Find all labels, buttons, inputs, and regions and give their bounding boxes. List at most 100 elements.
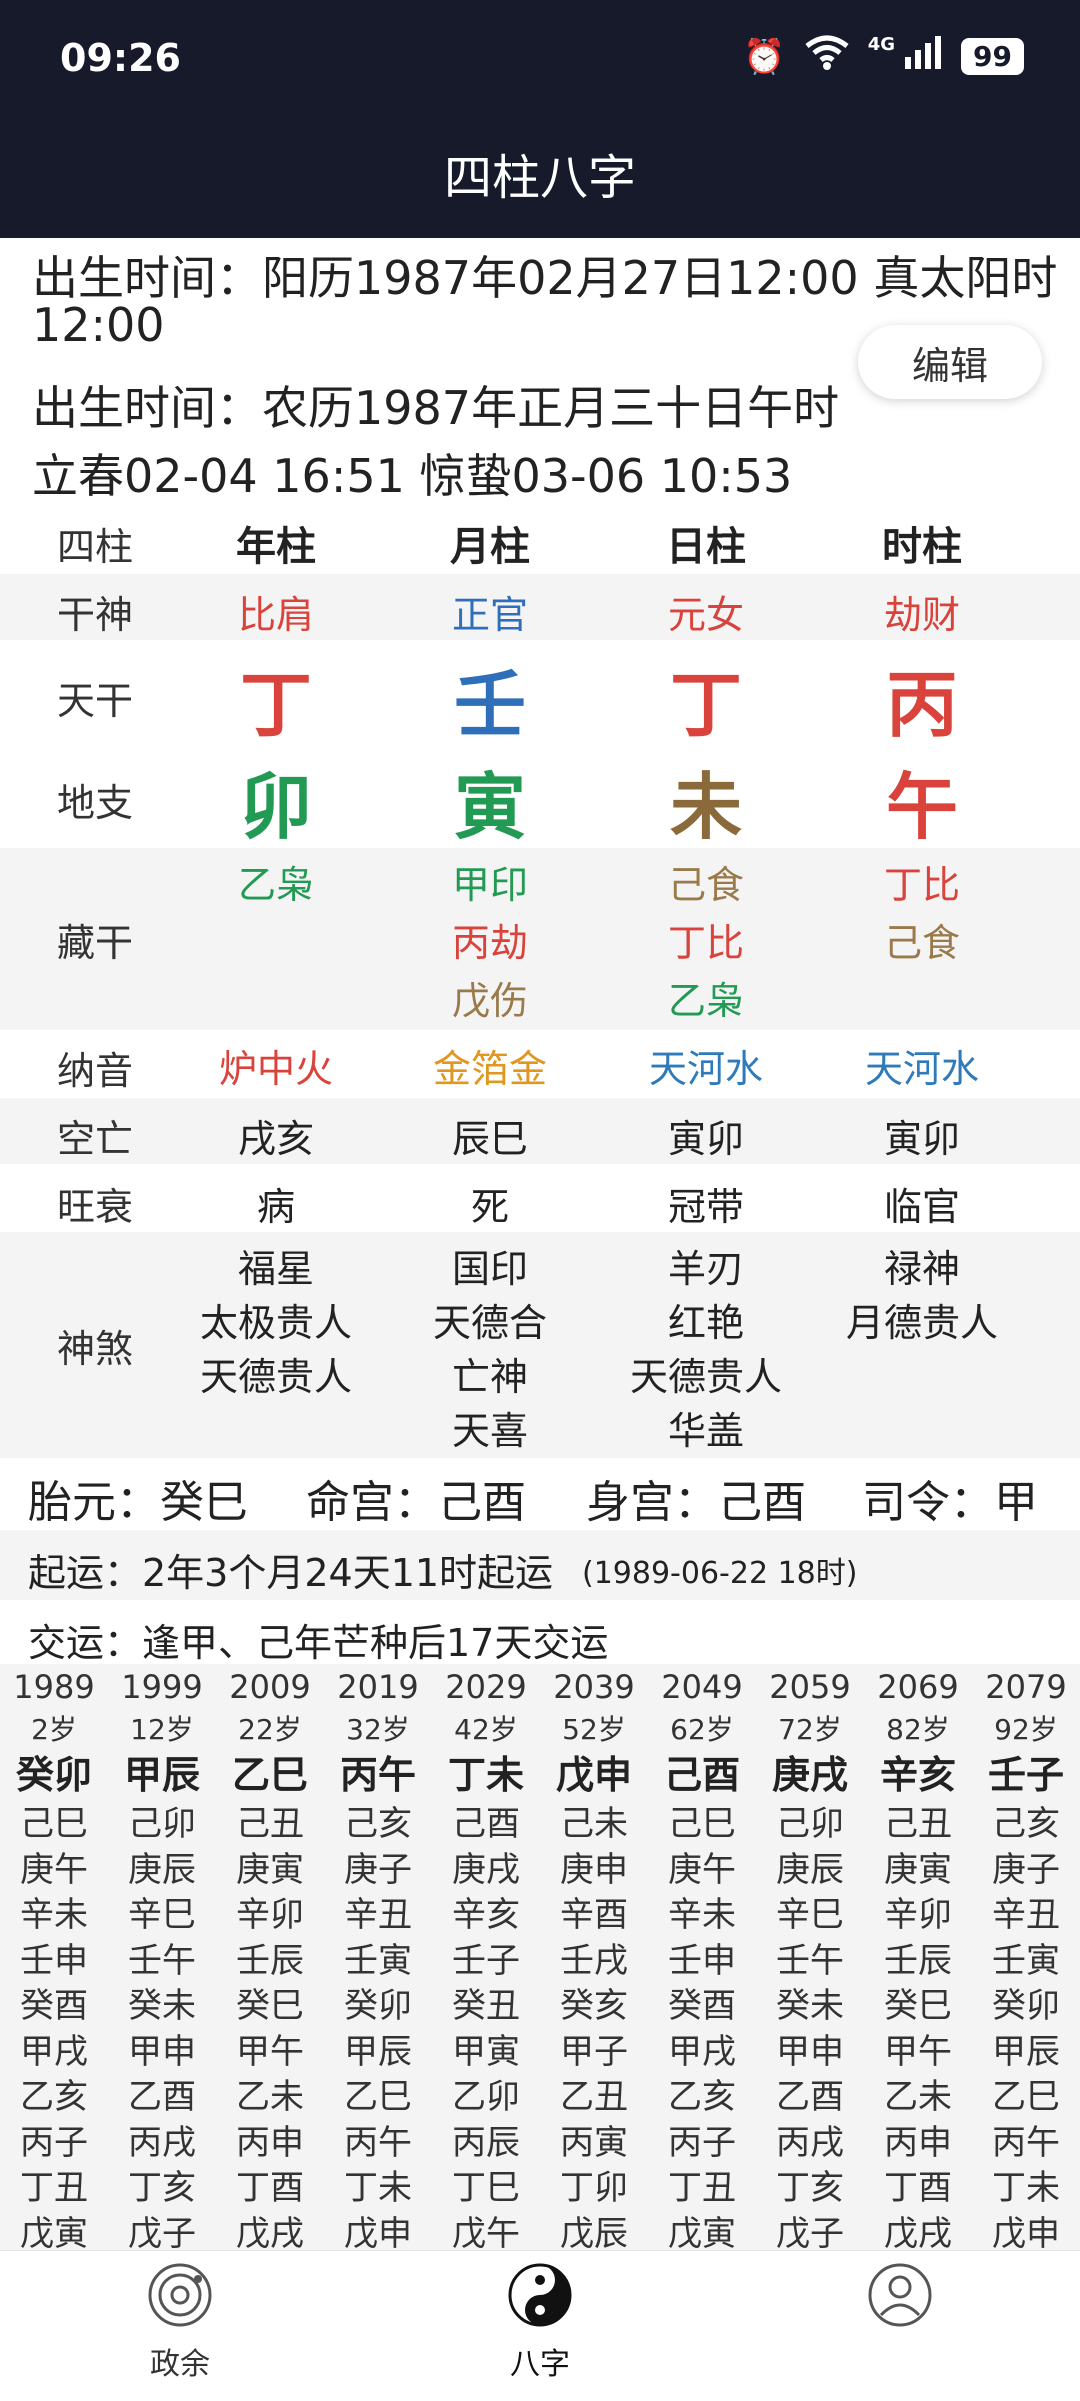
shen-sha: 月德贵人 — [845, 1301, 998, 1345]
dayun-year: 2069 — [877, 1668, 959, 1706]
liunian-item: 壬寅 — [992, 1940, 1060, 1981]
di-zhi: 卯 — [239, 765, 312, 849]
pillar-header: 月柱 — [450, 524, 530, 570]
liunian-item: 辛亥 — [452, 1895, 520, 1935]
gan-shen: 元女 — [667, 593, 744, 637]
dayun-year: 2029 — [445, 1668, 527, 1706]
dayun-age: 52岁 — [562, 1713, 626, 1746]
liunian-item: 己巳 — [20, 1804, 88, 1844]
shen-sha: 国印 — [451, 1247, 528, 1291]
liunian-item: 乙卯 — [452, 2077, 520, 2117]
liunian-item: 甲戌 — [20, 2031, 88, 2072]
liunian-item: 丙申 — [236, 2122, 304, 2163]
cang-gan: 丁比 — [883, 863, 960, 907]
dayun-ganzhi: 庚戌 — [771, 1753, 848, 1797]
na-yin: 天河水 — [864, 1047, 979, 1091]
liunian-item: 壬午 — [128, 1940, 196, 1981]
liunian-item: 壬寅 — [344, 1940, 412, 1981]
cang-gan: 乙枭 — [237, 863, 314, 907]
wang-shuai: 冠带 — [667, 1185, 744, 1229]
ming-gong: 命宫：己酉 — [306, 1477, 526, 1528]
liunian-item: 辛巳 — [776, 1895, 844, 1935]
liunian-item: 庚戌 — [452, 1849, 520, 1890]
tian-gan: 丁 — [669, 663, 742, 747]
edit-button[interactable]: 编辑 — [858, 325, 1042, 399]
shen-sha: 天德贵人 — [199, 1355, 352, 1399]
row-label: 地支 — [56, 781, 133, 825]
liunian-item: 甲子 — [560, 2031, 628, 2072]
liunian-item: 庚辰 — [776, 1849, 844, 1890]
kong-wang: 辰巳 — [451, 1117, 528, 1161]
profile-icon — [800, 2261, 1000, 2333]
liunian-item: 乙丑 — [560, 2077, 628, 2117]
liunian-item: 丙戌 — [128, 2122, 196, 2163]
liunian-item: 壬午 — [776, 1940, 844, 1981]
shen-sha: 亡神 — [451, 1355, 528, 1399]
tian-gan: 丙 — [885, 663, 958, 747]
liunian-item: 壬辰 — [236, 1940, 304, 1981]
kong-wang: 戌亥 — [237, 1117, 314, 1161]
liunian-item: 乙亥 — [20, 2077, 88, 2117]
liunian-item: 庚午 — [20, 1849, 88, 1890]
liunian-item: 庚子 — [992, 1849, 1060, 1890]
liunian-item: 丙辰 — [452, 2122, 520, 2163]
nav-item-profile[interactable] — [800, 2261, 1000, 2339]
nav-item-bazi[interactable]: 八字 — [440, 2261, 640, 2383]
liunian-item: 癸卯 — [992, 1986, 1060, 2026]
cang-gan: 己食 — [883, 921, 960, 965]
nav-label: 政余 — [150, 2347, 210, 2382]
liunian-item: 壬申 — [20, 1940, 88, 1981]
status-time: 09:26 — [60, 36, 181, 80]
liunian-item: 丙戌 — [776, 2122, 844, 2163]
na-yin: 炉中火 — [218, 1047, 333, 1091]
shen-sha: 太极贵人 — [199, 1301, 352, 1345]
liunian-item: 戊子 — [128, 2213, 196, 2254]
birth-solar-line: 出生时间：阳历1987年02月27日12:00 真太阳时 — [32, 251, 1058, 305]
liunian-item: 丁卯 — [560, 2168, 628, 2208]
shen-sha: 福星 — [237, 1247, 314, 1291]
na-yin-row: 纳音 炉中火 金箔金 天河水 天河水 — [0, 1032, 1080, 1096]
shen-sha: 红艳 — [667, 1301, 744, 1345]
wang-shuai: 病 — [256, 1185, 295, 1229]
di-zhi: 午 — [885, 765, 958, 849]
yin-yang-icon — [440, 2261, 640, 2333]
dayun-year: 2009 — [229, 1668, 311, 1706]
pillar-header-row: 四柱 年柱 月柱 日柱 时柱 — [0, 510, 1080, 574]
cang-gan: 乙枭 — [667, 979, 744, 1023]
dayun-age: 92岁 — [994, 1713, 1058, 1746]
liunian-item: 乙亥 — [668, 2077, 736, 2117]
liunian-item: 壬辰 — [884, 1940, 952, 1981]
pillar-header: 日柱 — [666, 524, 746, 570]
wang-shuai: 死 — [470, 1185, 509, 1229]
gan-shen-row: 干神 比肩 正官 元女 劫财 — [0, 574, 1080, 640]
liunian-item: 丙午 — [992, 2122, 1060, 2163]
liunian-item: 戊寅 — [668, 2213, 736, 2254]
jiao-yun: 交运：逢甲、己年芒种后17天交运 — [28, 1621, 609, 1665]
liunian-item: 己丑 — [884, 1804, 952, 1844]
birth-lunar-line: 出生时间：农历1987年正月三十日午时 — [32, 381, 840, 435]
nav-item-zhengyu[interactable]: 政余 — [80, 2261, 280, 2383]
signal-icon — [903, 35, 943, 78]
dayun-ganzhi: 壬子 — [987, 1753, 1064, 1797]
solar-terms-line: 立春02-04 16:51 惊蛰03-06 10:53 — [32, 449, 793, 503]
cang-gan-row: 藏干 乙枭 甲印 丙劫 戊伤 己食 丁比 乙枭 丁比 己食 — [0, 848, 1080, 1030]
liunian-item: 戊辰 — [560, 2213, 628, 2254]
liunian-item: 丁丑 — [20, 2168, 88, 2208]
dayun-age: 62岁 — [670, 1713, 734, 1746]
liunian-item: 庚寅 — [236, 1849, 304, 1890]
di-zhi: 寅 — [453, 765, 526, 849]
liunian-item: 甲申 — [776, 2031, 844, 2072]
status-icons: ⏰ 4G 99 — [743, 34, 1024, 79]
liunian-item: 辛丑 — [344, 1895, 412, 1935]
kong-wang: 寅卯 — [883, 1117, 960, 1161]
liunian-item: 丙子 — [668, 2122, 736, 2163]
liunian-item: 丁巳 — [452, 2168, 520, 2208]
liunian-item: 乙酉 — [776, 2077, 844, 2117]
liunian-item: 癸酉 — [668, 1986, 736, 2026]
dayun-ganzhi: 乙巳 — [231, 1753, 308, 1797]
shen-gong: 身宫：己酉 — [586, 1477, 806, 1528]
dayun-year: 1999 — [121, 1668, 203, 1706]
row-label: 干神 — [56, 593, 133, 637]
network-label: 4G — [867, 34, 896, 55]
liunian-item: 乙巳 — [992, 2077, 1060, 2117]
